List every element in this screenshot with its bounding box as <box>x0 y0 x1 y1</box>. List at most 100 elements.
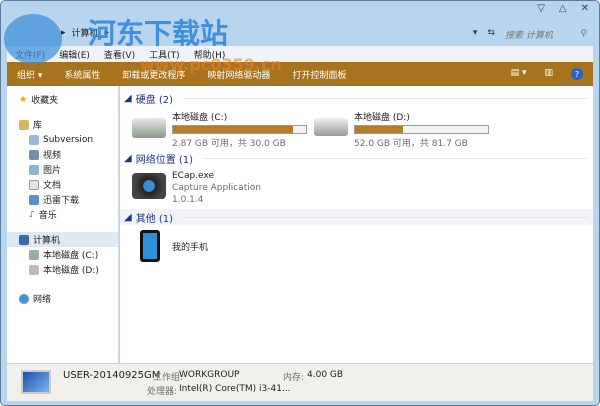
sidebar-item-pictures[interactable]: 图片 <box>7 162 118 177</box>
drive-space: 2.87 GB 可用，共 30.0 GB <box>172 139 286 149</box>
drive-name: 本地磁盘 (C:) <box>172 113 228 123</box>
label: 本地磁盘 (C:) <box>43 251 99 261</box>
label: 网络 <box>33 295 52 305</box>
group-header-disks[interactable]: ◢ 硬盘 (2) <box>120 90 593 106</box>
library-icon <box>19 119 29 130</box>
system-properties-button[interactable]: 系统属性 <box>64 68 100 81</box>
sidebar-item-network[interactable]: 网络 <box>7 291 118 306</box>
group-title: 硬盘 (2) <box>135 94 174 106</box>
details-pane: USER-20140925GM 工作组: WORKGROUP 内存: 4.00 … <box>7 363 593 401</box>
memory-label: 内存: <box>283 373 305 383</box>
label: 音乐 <box>38 211 57 221</box>
group-header-network[interactable]: ◢ 网络位置 (1) <box>120 150 593 166</box>
sidebar-item-drive-d[interactable]: 本地磁盘 (D:) <box>7 262 118 277</box>
network-item-ecap[interactable]: ECap.exe Capture Application 1.0.1.4 <box>132 170 261 206</box>
download-icon <box>29 194 39 205</box>
sidebar-item-thunder-downloads[interactable]: 迅雷下载 <box>7 192 118 207</box>
organize-button[interactable]: 组织 ▾ <box>17 68 42 81</box>
label: 图片 <box>43 166 62 176</box>
label: 文档 <box>43 181 62 191</box>
item-version: 1.0.1.4 <box>172 195 204 205</box>
document-icon <box>29 179 39 190</box>
item-description: Capture Application <box>172 183 261 193</box>
drive-icon <box>29 249 39 260</box>
menu-edit[interactable]: 编辑(E) <box>59 48 90 61</box>
label: 迅雷下载 <box>43 196 80 206</box>
computer-name: USER-20140925GM <box>63 370 161 381</box>
cpu-value: Intel(R) Core(TM) i3-41... <box>179 384 291 394</box>
sidebar-item-music[interactable]: ♪ 音乐 <box>7 207 118 222</box>
drive-item-c[interactable]: 本地磁盘 (C:) 2.87 GB 可用，共 30.0 GB <box>132 110 307 149</box>
collapse-icon: ◢ <box>124 152 132 164</box>
group-title: 网络位置 (1) <box>135 154 194 166</box>
menu-tools[interactable]: 工具(T) <box>149 48 180 61</box>
computer-icon: ▸ <box>61 27 66 38</box>
drive-icon <box>29 264 39 275</box>
sidebar-item-documents[interactable]: 文档 <box>7 177 118 192</box>
uninstall-program-button[interactable]: 卸载或更改程序 <box>122 68 185 81</box>
drive-name: 本地磁盘 (D:) <box>354 113 410 123</box>
breadcrumb[interactable]: 计算机 <box>72 26 99 39</box>
preview-pane-icon[interactable]: ▥ <box>544 68 553 80</box>
sidebar-item-favorites[interactable]: ★ 收藏夹 <box>7 92 118 107</box>
other-item-phone[interactable]: 我的手机 <box>140 230 208 262</box>
computer-icon <box>21 370 51 394</box>
item-name: 我的手机 <box>172 242 209 253</box>
collapse-icon: ◢ <box>124 92 132 104</box>
item-name: ECap.exe <box>172 171 215 181</box>
usage-bar <box>172 125 307 134</box>
usage-bar <box>354 125 489 134</box>
navigation-pane: ★ 收藏夹 库 Subversion 视频 图片 文档 迅雷下载 ♪ 音乐 计算机 … <box>7 86 119 363</box>
network-icon <box>19 293 29 304</box>
history-dropdown[interactable]: ▾ <box>473 28 478 38</box>
caption-buttons: ▽ △ ✕ <box>537 3 589 14</box>
windows-drive-icon <box>132 118 166 138</box>
video-icon <box>29 149 39 160</box>
label: 收藏夹 <box>31 96 59 106</box>
map-network-drive-button[interactable]: 映射网络驱动器 <box>207 68 270 81</box>
group-header-other[interactable]: ◢ 其他 (1) <box>120 209 593 225</box>
close-button[interactable]: ✕ <box>581 3 589 14</box>
search-placeholder: 搜索 计算机 <box>505 30 553 41</box>
sidebar-item-subversion[interactable]: Subversion <box>7 132 118 147</box>
drive-space: 52.0 GB 可用，共 81.7 GB <box>354 139 468 149</box>
menu-file[interactable]: 文件(F) <box>15 48 45 61</box>
drive-icon <box>314 118 348 136</box>
label: 库 <box>33 121 43 131</box>
phone-icon <box>140 230 160 262</box>
maximize-button[interactable]: △ <box>559 3 567 14</box>
drive-item-d[interactable]: 本地磁盘 (D:) 52.0 GB 可用，共 81.7 GB <box>314 110 489 149</box>
refresh-icon[interactable]: ⇆ <box>487 28 495 38</box>
folder-icon <box>29 134 39 145</box>
workgroup-value: WORKGROUP <box>179 370 240 380</box>
memory-value: 4.00 GB <box>307 370 344 380</box>
label: Subversion <box>43 134 94 145</box>
chevron-right-icon[interactable]: ▸ <box>105 28 110 38</box>
sidebar-item-videos[interactable]: 视频 <box>7 147 118 162</box>
open-control-panel-button[interactable]: 打开控制面板 <box>292 68 346 81</box>
sidebar-item-library[interactable]: 库 <box>7 117 118 132</box>
picture-icon <box>29 164 39 175</box>
menu-view[interactable]: 查看(V) <box>104 48 135 61</box>
help-icon[interactable]: ? <box>571 68 583 80</box>
camera-icon <box>132 173 166 199</box>
explorer-window: ▽ △ ✕ ▸ 计算机 ▸ ▾ ⇆ 搜索 计算机 ⚲ 文件(F) 编辑(E) 查看(… <box>0 0 600 406</box>
sidebar-item-computer[interactable]: 计算机 <box>7 232 118 247</box>
command-bar: 组织 ▾ 系统属性 卸载或更改程序 映射网络驱动器 打开控制面板 ▤ ▾ ▥ ? <box>7 62 593 86</box>
view-options-icon[interactable]: ▤ ▾ <box>511 68 527 80</box>
music-icon: ♪ <box>29 209 35 220</box>
search-input[interactable]: 搜索 计算机 ⚲ <box>501 25 591 43</box>
content-pane: ◢ 硬盘 (2) 本地磁盘 (C:) 2.87 GB 可用，共 30.0 GB 本… <box>120 86 593 363</box>
label: 计算机 <box>33 236 61 246</box>
minimize-button[interactable]: ▽ <box>537 3 545 14</box>
menu-bar: 文件(F) 编辑(E) 查看(V) 工具(T) 帮助(H) <box>7 46 593 62</box>
label: 视频 <box>43 151 62 161</box>
menu-help[interactable]: 帮助(H) <box>194 48 226 61</box>
collapse-icon: ◢ <box>124 211 132 223</box>
group-title: 其他 (1) <box>135 213 174 225</box>
label: 本地磁盘 (D:) <box>43 266 99 276</box>
sidebar-item-drive-c[interactable]: 本地磁盘 (C:) <box>7 247 118 262</box>
computer-icon <box>19 234 29 245</box>
address-bar[interactable]: ▸ 计算机 ▸ <box>61 26 110 40</box>
search-icon: ⚲ <box>580 29 587 39</box>
